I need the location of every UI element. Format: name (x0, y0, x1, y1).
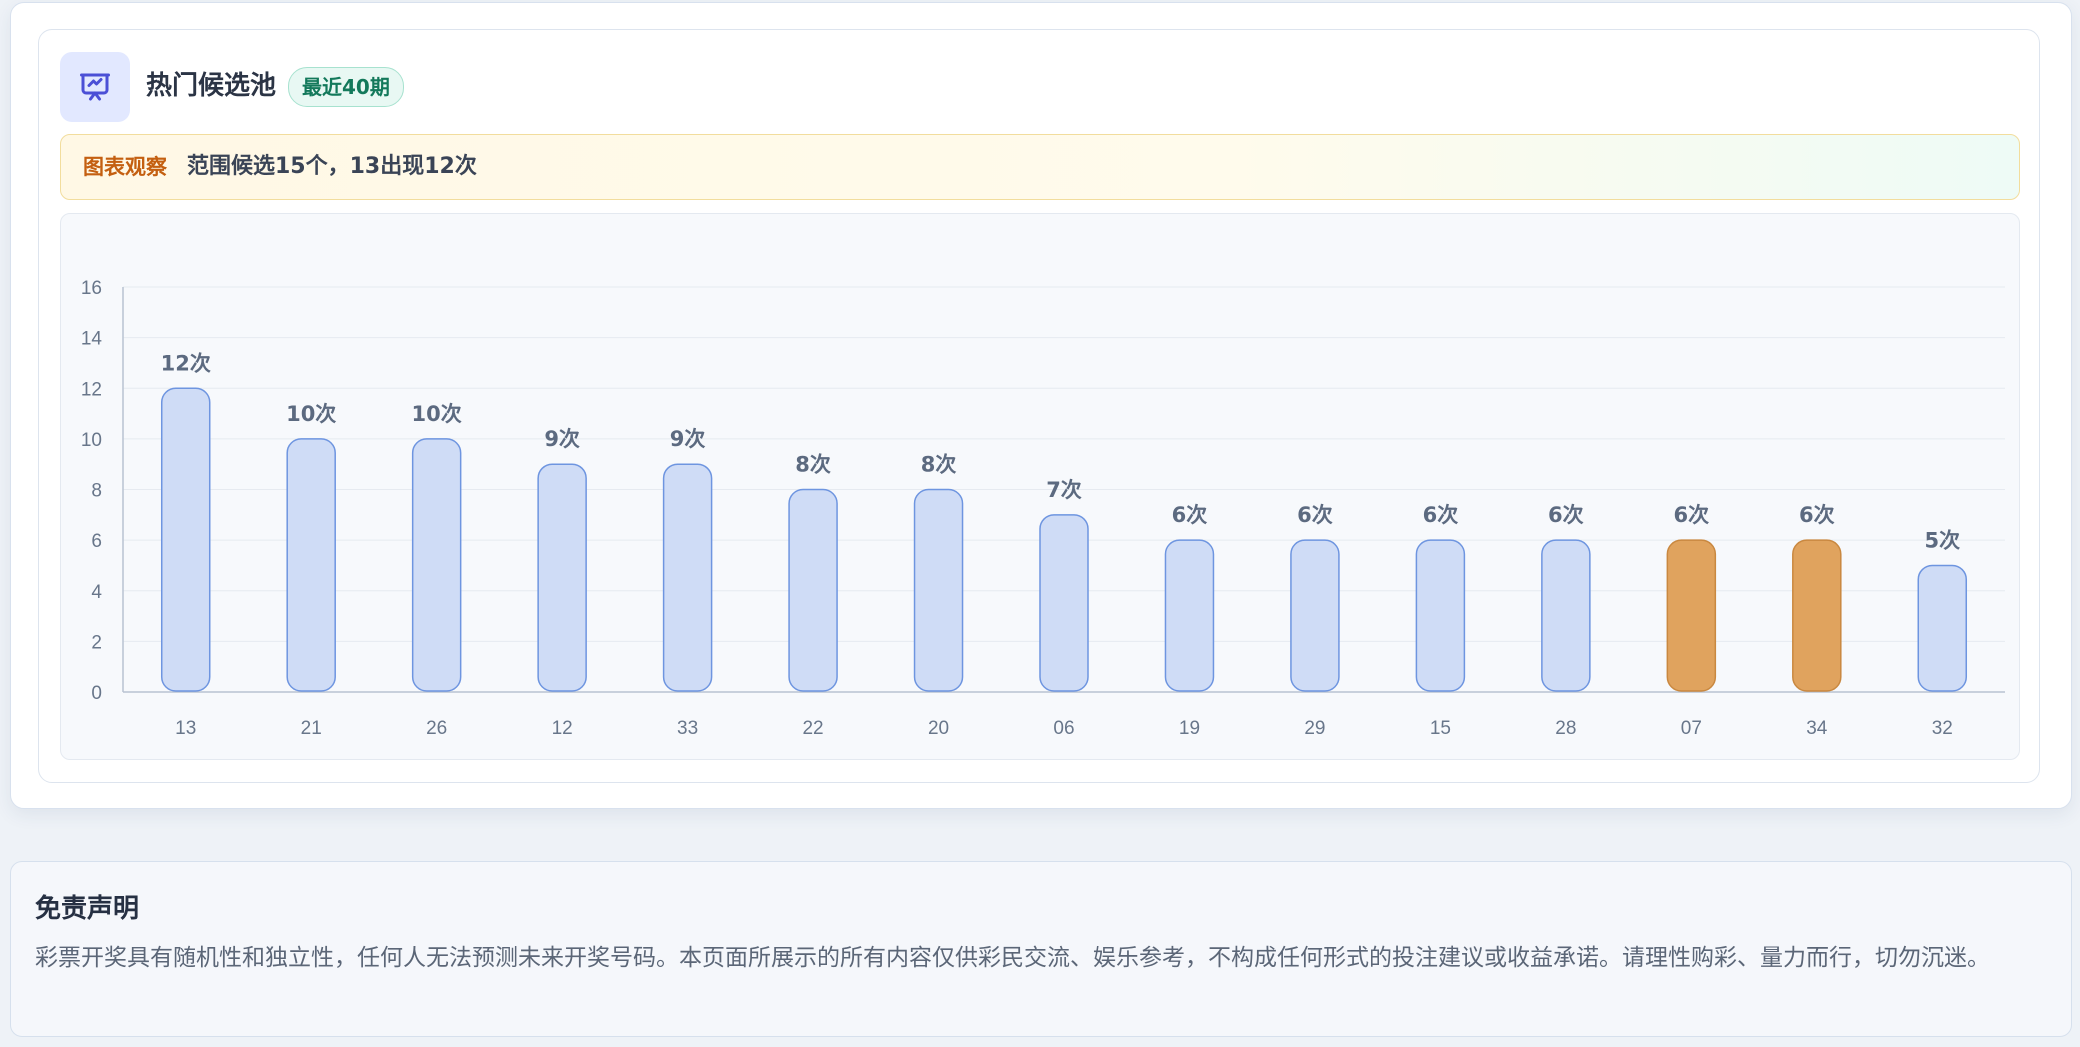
x-tick-label: 22 (802, 718, 823, 739)
x-tick-label: 34 (1806, 718, 1828, 739)
disclaimer-panel: 免责声明 彩票开奖具有随机性和独立性，任何人无法预测未来开奖号码。本页面所展示的… (10, 861, 2072, 1037)
bar-value-label: 7次 (1046, 478, 1082, 502)
bar-29[interactable] (1290, 539, 1340, 692)
x-tick-label: 32 (1932, 718, 1953, 739)
bar-12[interactable] (537, 463, 587, 692)
y-tick-label: 6 (91, 531, 102, 552)
bar-07[interactable] (1666, 539, 1717, 692)
y-tick-label: 2 (91, 632, 102, 653)
x-tick-label: 26 (426, 718, 447, 739)
x-tick-label: 12 (552, 718, 573, 739)
y-tick-label: 16 (81, 278, 102, 299)
x-tick-label: 15 (1430, 718, 1451, 739)
y-tick-label: 8 (91, 481, 102, 502)
x-tick-label: 19 (1179, 718, 1200, 739)
bar-06[interactable] (1039, 514, 1089, 692)
chart-insight-banner: 图表观察 范围候选15个，13出现12次 (60, 134, 2020, 200)
card-title: 热门候选池 (146, 71, 277, 101)
bar-value-label: 6次 (1172, 503, 1208, 527)
insight-text: 范围候选15个，13出现12次 (187, 154, 477, 179)
y-tick-label: 4 (91, 582, 102, 603)
bar-value-label: 10次 (286, 402, 336, 426)
x-tick-label: 21 (301, 718, 322, 739)
bar-34[interactable] (1792, 539, 1842, 692)
x-tick-label: 29 (1304, 718, 1325, 739)
bar-value-label: 5次 (1924, 528, 1960, 552)
bar-28[interactable] (1541, 539, 1591, 692)
disclaimer-title: 免责声明 (35, 894, 140, 924)
bar-15[interactable] (1415, 539, 1466, 692)
bar-22[interactable] (788, 488, 838, 692)
x-tick-label: 13 (175, 718, 196, 739)
bar-20[interactable] (913, 488, 964, 692)
bar-value-label: 6次 (1423, 503, 1459, 527)
bar-33[interactable] (662, 463, 713, 692)
frequency-bar-chart: 0 2 4 6 8 10 12 14 16 12次 13 10次 21 10次 26 9次 12 9次 33 8次 22… (81, 278, 2005, 739)
period-badge: 最近40期 (288, 67, 404, 107)
y-tick-label: 0 (91, 683, 102, 704)
bar-value-label: 9次 (670, 427, 706, 451)
bar-32[interactable] (1917, 564, 1968, 692)
bar-value-label: 6次 (1674, 503, 1710, 527)
bar-value-label: 12次 (161, 351, 211, 375)
x-tick-label: 33 (677, 718, 698, 739)
bar-value-label: 9次 (544, 427, 580, 451)
x-tick-label: 06 (1053, 718, 1074, 739)
x-tick-label: 20 (928, 718, 949, 739)
insight-tag: 图表观察 (83, 155, 167, 179)
x-tick-label: 28 (1555, 718, 1576, 739)
bar-value-label: 6次 (1297, 503, 1333, 527)
bar-value-label: 6次 (1799, 503, 1835, 527)
y-tick-label: 12 (81, 379, 102, 400)
x-tick-label: 07 (1681, 718, 1702, 739)
bar-26[interactable] (411, 438, 462, 692)
bar-value-label: 8次 (921, 453, 957, 477)
bar-value-label: 8次 (795, 453, 831, 477)
y-tick-label: 14 (81, 329, 103, 350)
bar-21[interactable] (286, 438, 336, 692)
bar-value-label: 10次 (412, 402, 462, 426)
presentation-chart-icon (60, 52, 130, 122)
bar-13[interactable] (160, 387, 211, 692)
bar-19[interactable] (1164, 539, 1215, 692)
y-tick-label: 10 (81, 430, 102, 451)
bar-value-label: 6次 (1548, 503, 1584, 527)
disclaimer-text: 彩票开奖具有随机性和独立性，任何人无法预测未来开奖号码。本页面所展示的所有内容仅… (35, 945, 1990, 971)
